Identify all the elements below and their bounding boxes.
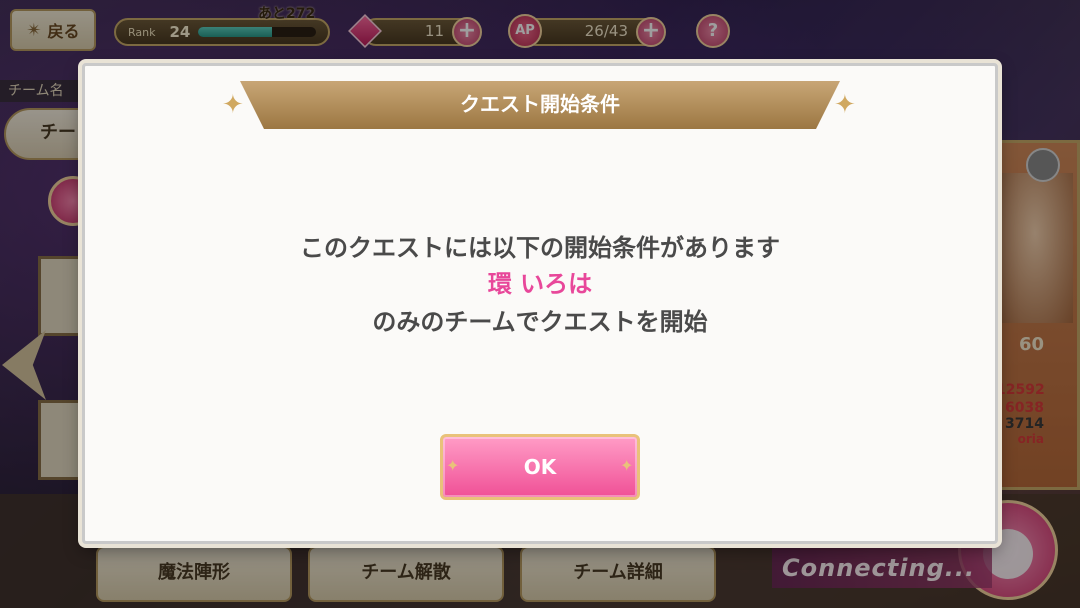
sparkle-icon: ✦ — [620, 456, 634, 475]
ok-button[interactable]: OK — [440, 434, 640, 500]
sparkle-icon: ✦ — [446, 456, 460, 475]
dialog-message-line1: このクエストには以下の開始条件があります — [300, 234, 780, 262]
dialog-highlight-character: 環 いろは — [487, 270, 593, 298]
dialog-title: クエスト開始条件 — [460, 92, 620, 116]
dialog-message-line3: のみのチームでクエストを開始 — [372, 308, 708, 336]
